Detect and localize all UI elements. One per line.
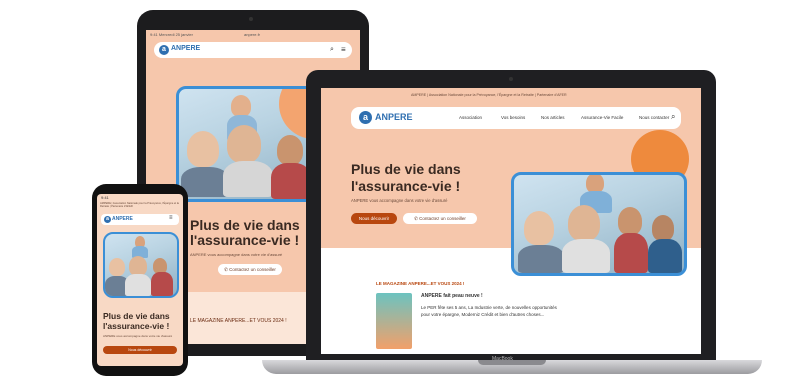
tablet-magazine-heading: LE MAGAZINE ANPERE...ET VOUS 2024 ! [190, 318, 287, 324]
tablet-status: 9:41 Mercredi 25 janvier [150, 32, 193, 37]
laptop-hero-title-line1: Plus de vie dans [351, 161, 461, 177]
phone-discover-button[interactable]: Nous découvrir [103, 346, 177, 354]
nav-association[interactable]: Association [459, 115, 482, 120]
tablet-url[interactable]: anpere.fr [244, 32, 260, 37]
phone-header: a ANPERE ≡ [101, 214, 179, 225]
tablet-camera [249, 17, 253, 21]
phone-topbar: AMPERE | Association Nationale pour la P… [100, 202, 179, 208]
nav-vos-besoins[interactable]: Vos besoins [501, 115, 525, 120]
phone-hero-title-line2: l'assurance-vie ! [103, 320, 170, 331]
laptop-hero-title: Plus de vie dans l'assurance-vie ! [351, 161, 461, 195]
magazine-cover-image[interactable] [376, 293, 412, 349]
search-icon[interactable]: ⌕ [330, 46, 334, 54]
logo-icon[interactable]: a [359, 111, 372, 124]
tablet-hero-title: Plus de vie dans l'assurance-vie ! [190, 218, 300, 248]
logo-icon[interactable]: a [104, 216, 111, 223]
laptop-hero-image [511, 172, 687, 276]
phone-hero-title: Plus de vie dans l'assurance-vie ! [103, 311, 170, 331]
phone-hero-image [103, 232, 179, 298]
laptop-camera [509, 77, 513, 81]
tablet-contact-button[interactable]: ✆ Contactez un conseiller [218, 264, 282, 275]
brand-name: ANPERE [171, 45, 201, 52]
magazine-heading: LE MAGAZINE ANPERE...ET VOUS 2024 ! [376, 281, 465, 286]
discover-button[interactable]: Nous découvrir [351, 213, 397, 224]
laptop-header: a ANPERE Association Vos besoins Nos art… [351, 107, 681, 129]
tablet-hero-title-line2: l'assurance-vie ! [190, 232, 300, 248]
tablet-hero-title-line1: Plus de vie dans [190, 217, 300, 233]
laptop-topbar: AMPERE | Association Nationale pour la P… [411, 93, 567, 97]
menu-icon[interactable]: ≡ [169, 215, 173, 221]
magazine-title[interactable]: ANPERE fait peau neuve ! [421, 293, 483, 299]
contact-advisor-button[interactable]: ✆ Contactez un conseiller [403, 213, 477, 224]
contact-advisor-label: Contactez un conseiller [419, 216, 466, 221]
laptop-screen: AMPERE | Association Nationale pour la P… [321, 88, 701, 354]
phone-device: 9:41 AMPERE | Association Nationale pour… [92, 184, 188, 376]
nav-nos-articles[interactable]: Nos articles [541, 115, 565, 120]
phone-hero-sub: ANPERE vous accompagne dans votre vie d'… [103, 334, 173, 338]
menu-icon[interactable]: ≡ [341, 45, 346, 54]
phone-screen: 9:41 AMPERE | Association Nationale pour… [97, 194, 183, 366]
laptop-hero-title-line2: l'assurance-vie ! [351, 178, 461, 194]
nav-assurance-vie[interactable]: Assurance-Vie Facile [581, 115, 623, 120]
tablet-hero-sub: ANPERE vous accompagne dans votre vie d'… [190, 252, 283, 257]
tablet-header: a ANPERE ⌕ ≡ [154, 42, 352, 58]
search-icon[interactable]: ⌕ [671, 112, 675, 122]
magazine-text: Le PER fête ses 5 ans, La Industrie vert… [421, 305, 557, 317]
phone-status-time: 9:41 [101, 195, 109, 200]
logo-icon[interactable]: a [159, 45, 169, 55]
laptop-hero-sub: ANPERE vous accompagne dans votre vie d'… [351, 198, 448, 203]
brand-name: ANPERE [112, 216, 133, 222]
nav-contact[interactable]: Nous contacter [639, 115, 669, 120]
brand-name: ANPERE [375, 112, 413, 122]
laptop-notch [478, 360, 546, 365]
tablet-contact-label: Contactez un conseiller [229, 267, 276, 272]
laptop-device: AMPERE | Association Nationale pour la P… [306, 70, 716, 368]
